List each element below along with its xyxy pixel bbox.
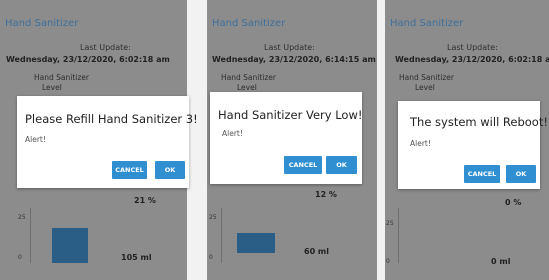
cancel-button[interactable]: CANCEL: [284, 156, 322, 174]
chart-y-axis: [30, 208, 31, 263]
last-update-timestamp: Wednesday, 23/12/2020, 6:02:18 am: [6, 55, 170, 64]
y-tick-label: 0: [18, 254, 22, 261]
dialog-title: The system will Reboot!: [410, 115, 548, 129]
dialog-title: Please Refill Hand Sanitizer 3!: [25, 112, 198, 126]
level-chart: 25 0: [386, 200, 491, 270]
y-tick-label: 0: [386, 258, 390, 265]
alert-dialog-very-low: Hand Sanitizer Very Low! Alert! CANCEL O…: [210, 92, 362, 184]
level-bar: [237, 233, 275, 253]
level-label-line-1: Hand Sanitizer: [221, 73, 276, 82]
cancel-button[interactable]: CANCEL: [464, 165, 500, 183]
last-update-label: Last Update:: [80, 43, 131, 52]
level-label-line-1: Hand Sanitizer: [399, 73, 454, 82]
level-percent: 12 %: [315, 190, 337, 199]
dialog-subtitle: Alert!: [25, 135, 46, 144]
dialog-subtitle: Alert!: [410, 139, 431, 148]
last-update-label: Last Update:: [264, 43, 315, 52]
cancel-button[interactable]: CANCEL: [112, 161, 147, 179]
ok-button[interactable]: OK: [155, 161, 185, 179]
level-label: Hand Sanitizer Level: [221, 73, 276, 93]
level-bar: [52, 228, 88, 263]
y-tick-label: 25: [209, 214, 217, 221]
level-percent: 21 %: [134, 196, 156, 205]
level-label: Hand Sanitizer Level: [399, 73, 454, 93]
panel-title: Hand Sanitizer: [5, 18, 79, 29]
panel-title: Hand Sanitizer: [212, 18, 286, 29]
ok-button[interactable]: OK: [506, 165, 536, 183]
chart-y-axis: [398, 208, 399, 263]
volume-value: 60 ml: [304, 247, 329, 256]
alert-dialog-reboot: The system will Reboot! Alert! CANCEL OK: [398, 101, 548, 189]
y-tick-label: 25: [18, 214, 26, 221]
alert-dialog-refill: Please Refill Hand Sanitizer 3! Alert! C…: [17, 96, 198, 188]
y-tick-label: 0: [209, 254, 213, 261]
level-chart: 25 0: [18, 200, 123, 270]
level-label-line-1: Hand Sanitizer: [34, 73, 89, 82]
chart-y-axis: [221, 208, 222, 263]
volume-value: 0 ml: [491, 257, 511, 266]
ok-button[interactable]: OK: [326, 156, 357, 174]
dialog-title: Hand Sanitizer Very Low!: [218, 108, 363, 122]
level-chart: 25 0: [209, 200, 314, 270]
level-label-line-2: Level: [415, 83, 435, 92]
volume-value: 105 ml: [121, 253, 152, 262]
level-label: Hand Sanitizer Level: [34, 73, 89, 93]
level-percent: 0 %: [505, 198, 522, 207]
last-update-label: Last Update:: [447, 43, 498, 52]
level-label-line-2: Level: [42, 83, 62, 92]
dialog-subtitle: Alert!: [222, 129, 243, 138]
last-update-timestamp: Wednesday, 23/12/2020, 6:02:18 am: [395, 55, 549, 64]
panel-title: Hand Sanitizer: [390, 18, 464, 29]
last-update-timestamp: Wednesday, 23/12/2020, 6:14:15 am: [212, 55, 376, 64]
y-tick-label: 25: [386, 220, 394, 227]
